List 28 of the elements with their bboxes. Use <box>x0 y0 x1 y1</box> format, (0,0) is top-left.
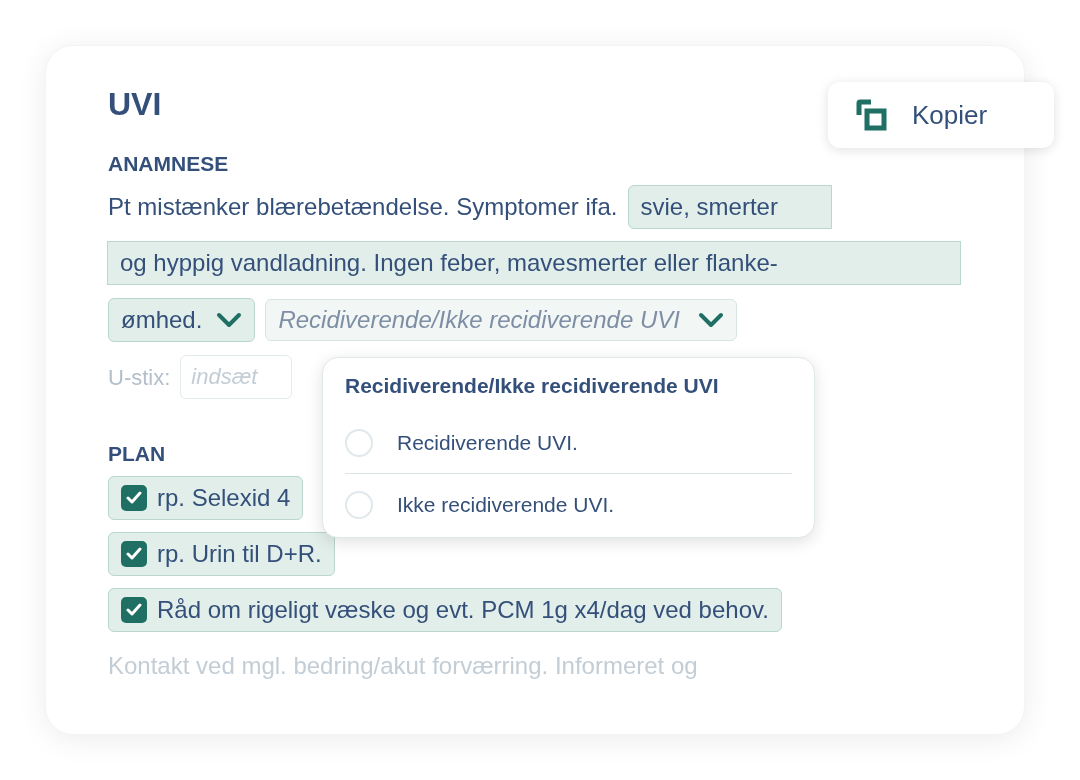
highlighted-text[interactable]: ømhed. <box>108 298 256 342</box>
page-title: UVI <box>108 85 162 124</box>
checkbox[interactable] <box>121 541 147 567</box>
checklist-item[interactable]: rp. Selexid 4 <box>108 476 304 520</box>
checkbox[interactable] <box>121 485 147 511</box>
body-text: Kontakt ved mgl. bedring/akut forværring. Informeret og <box>108 651 698 681</box>
radio-button[interactable] <box>345 428 373 457</box>
dropdown-option[interactable]: Recidiverende UVI. <box>345 412 792 474</box>
checklist-item[interactable]: rp. Urin til D+R. <box>108 532 335 576</box>
checkmark-icon <box>126 547 142 561</box>
highlighted-text[interactable]: og hyppig vandladning. Ingen feber, mavesmerter eller flanke- <box>107 241 961 285</box>
checkmark-icon <box>126 603 142 617</box>
chevron-down-icon <box>216 311 243 329</box>
dropdown-title: Recidiverende/Ikke recidiverende UVI <box>345 373 720 399</box>
copy-button[interactable]: Kopier <box>828 82 1054 148</box>
checkbox[interactable] <box>121 597 147 623</box>
radio-button[interactable] <box>345 491 373 519</box>
highlighted-text[interactable]: svie, smerter <box>627 185 832 229</box>
copy-icon <box>856 99 888 131</box>
input-field[interactable]: indsæt <box>180 355 293 399</box>
checkmark-icon <box>126 491 142 505</box>
checklist-item[interactable]: Råd om rigeligt væske og evt. PCM 1g x4/dag ved behov. <box>108 588 782 632</box>
chevron-down-icon <box>697 311 724 329</box>
field-label: U-stix: <box>108 363 171 392</box>
section-heading: ANAMNESE <box>108 151 229 177</box>
dropdown-option[interactable]: Ikke recidiverende UVI. <box>345 474 792 536</box>
section-heading: PLAN <box>108 441 166 467</box>
body-text: Pt mistænker blærebetændelse. Symptomer ifa. <box>108 192 618 222</box>
